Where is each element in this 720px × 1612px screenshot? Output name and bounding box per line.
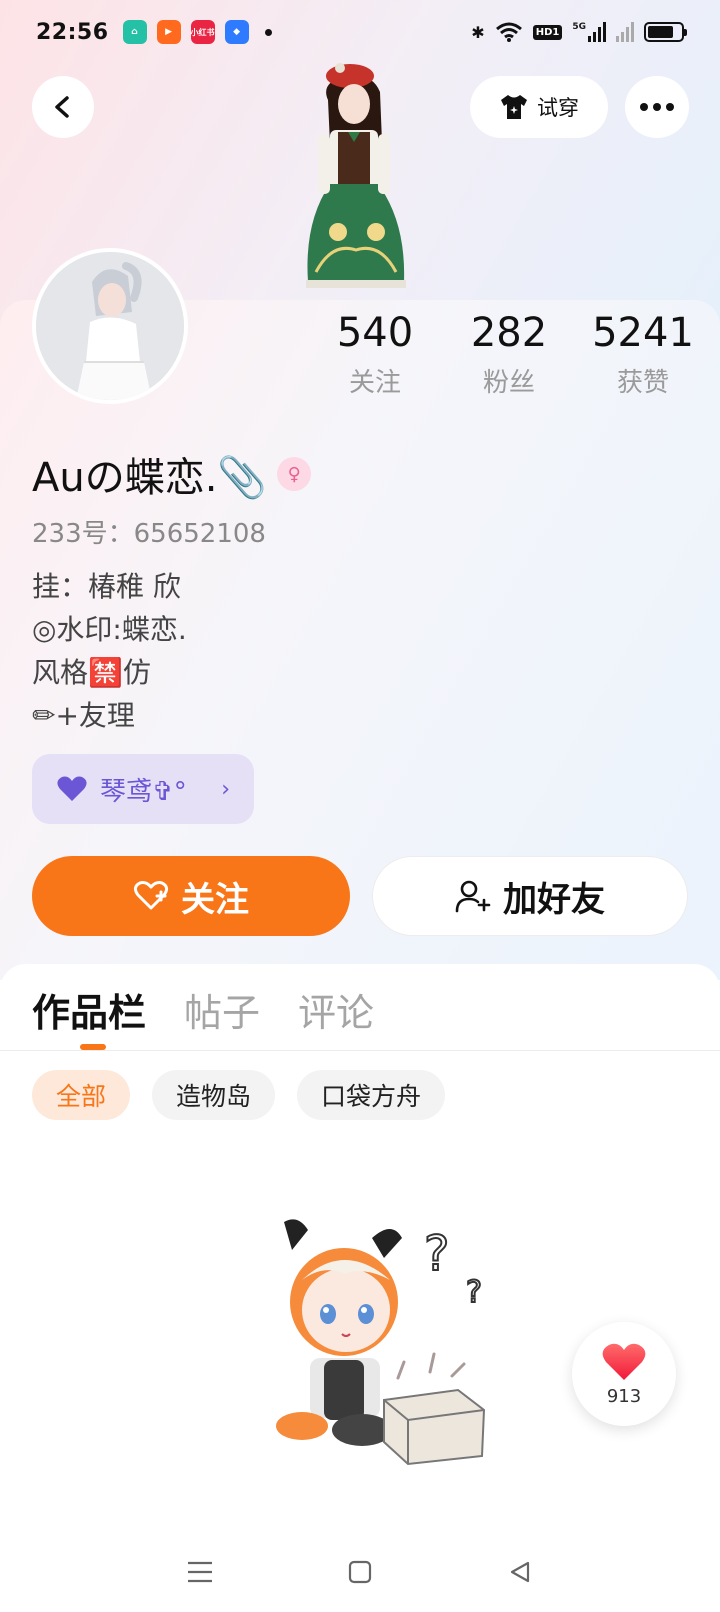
tshirt-icon — [501, 95, 527, 119]
filter-creation-island[interactable]: 造物岛 — [152, 1070, 276, 1120]
stat-followers-label: 粉丝 — [482, 368, 535, 398]
bluetooth-icon: ✱ — [471, 22, 485, 42]
tab-posts[interactable]: 帖子 — [184, 982, 260, 1038]
menu-nav-button[interactable] — [180, 1552, 220, 1592]
more-dots-icon — [640, 103, 648, 111]
filter-pocket-ark[interactable]: 口袋方舟 — [297, 1070, 446, 1120]
home-app-icon: ⌂ — [122, 20, 147, 44]
blue-app-icon: ◆ — [224, 20, 249, 44]
stat-followers-value: 282 — [470, 310, 548, 356]
bio-line: 挂：椿稚 欣 — [32, 570, 181, 603]
heart-plus-icon — [133, 881, 169, 910]
xiaohongshu-app-icon: 小红书 — [190, 20, 215, 44]
wifi-icon — [495, 22, 522, 42]
add-user-icon — [455, 880, 491, 913]
bio-line: ◎水印:蝶恋. — [32, 613, 187, 646]
bio-line: ✏+友理 — [32, 699, 135, 732]
svg-text:?: ? — [466, 1275, 482, 1310]
avatar[interactable] — [32, 248, 188, 404]
notification-dot-icon — [264, 28, 272, 36]
profile-stats: 540 关注 282 粉丝 5241 获赞 — [320, 308, 700, 399]
profile-bio: 挂：椿稚 欣 ◎水印:蝶恋. 风格🈲仿 ✏+友理 — [32, 565, 187, 737]
stat-following-label: 关注 — [348, 368, 401, 398]
tab-comments[interactable]: 评论 — [298, 982, 374, 1038]
status-app-icons: ⌂ ▶ 小红书 ◆ — [122, 20, 272, 44]
tabs-divider — [0, 1050, 720, 1051]
back-triangle-icon — [510, 1561, 530, 1583]
follow-button[interactable]: 关注 — [32, 856, 350, 936]
stat-likes-value: 5241 — [592, 310, 694, 356]
stat-followers[interactable]: 282 粉丝 — [454, 308, 564, 399]
try-on-button[interactable]: 试穿 — [470, 76, 608, 138]
try-on-label: 试穿 — [537, 96, 579, 120]
stat-following-value: 540 — [336, 310, 414, 356]
status-indicators: ✱ HD1 5G — [471, 22, 687, 42]
stat-likes[interactable]: 5241 获赞 — [588, 308, 698, 399]
system-navigation-bar — [0, 1532, 720, 1612]
add-friend-button[interactable]: 加好友 — [372, 856, 688, 936]
nickname: Auの蝶恋.📎 — [32, 455, 268, 501]
profile-tabs: 作品栏 帖子 评论 — [32, 982, 374, 1038]
nickname-row: Auの蝶恋.📎 ♀ — [32, 445, 312, 503]
hd-voice-badge: HD1 — [532, 24, 563, 40]
like-count: 913 — [606, 1385, 642, 1407]
stat-likes-label: 获赞 — [616, 368, 669, 398]
signal-secondary-icon — [616, 22, 634, 42]
like-floating-button[interactable]: 913 — [572, 1322, 676, 1426]
home-nav-button[interactable] — [340, 1552, 380, 1592]
user-id-value: 65652108 — [133, 519, 266, 549]
more-options-button[interactable] — [625, 76, 689, 138]
female-gender-icon: ♀ — [277, 457, 312, 491]
back-nav-button[interactable] — [500, 1552, 540, 1592]
user-id[interactable]: 233号：65652108 — [32, 513, 266, 550]
relationship-tag-label: 琴鸢✞° — [100, 776, 187, 807]
bio-line: 风格🈲仿 — [32, 656, 151, 689]
chevron-left-icon — [55, 96, 69, 118]
menu-icon — [188, 1561, 212, 1583]
back-button[interactable] — [32, 76, 94, 138]
heart-icon — [57, 776, 87, 801]
stat-following[interactable]: 540 关注 — [320, 308, 430, 399]
relationship-tag-chip[interactable]: 琴鸢✞° › — [32, 754, 254, 824]
chevron-right-icon: › — [221, 776, 230, 802]
svg-text:?: ? — [424, 1226, 449, 1282]
heart-icon — [602, 1343, 646, 1380]
add-friend-label: 加好友 — [503, 879, 605, 920]
filter-all[interactable]: 全部 — [32, 1070, 131, 1120]
kuaishou-app-icon: ▶ — [156, 20, 181, 44]
battery-icon — [644, 22, 687, 42]
status-time: 22:56 — [36, 19, 109, 45]
works-filters: 全部 造物岛 口袋方舟 — [32, 1070, 446, 1120]
user-id-label: 233号： — [32, 519, 134, 549]
follow-label: 关注 — [181, 879, 249, 920]
status-bar: 22:56 ⌂ ▶ 小红书 ◆ ✱ HD1 5G — [0, 0, 720, 64]
tab-works[interactable]: 作品栏 — [32, 982, 146, 1038]
signal-5g-icon: 5G — [572, 22, 606, 42]
home-square-icon — [348, 1560, 372, 1584]
avatar-character-figure[interactable] — [268, 62, 448, 302]
empty-state-illustration: ? ? — [276, 1219, 486, 1466]
avatar-character-icon — [36, 252, 184, 400]
